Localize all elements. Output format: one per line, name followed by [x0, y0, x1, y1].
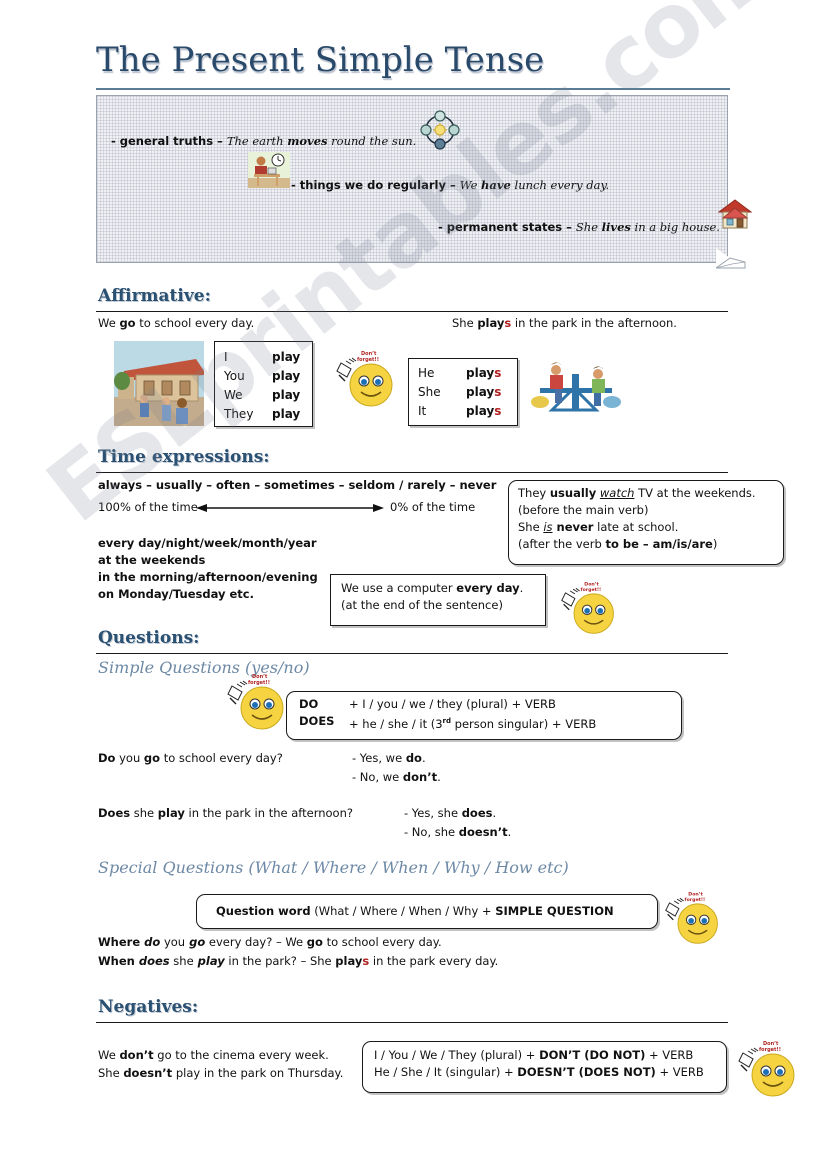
- rule-row: DOES + he / she / it (3rd person singular…: [299, 714, 597, 731]
- negative-example-2: She doesn’t play in the park on Thursday…: [98, 1066, 344, 1080]
- affirmative-left-sentence: We go to school every day.: [98, 316, 255, 330]
- table-row: She plays: [418, 385, 502, 399]
- scale-label-left: 100% of the time: [98, 500, 198, 514]
- page-title: The Present Simple Tense: [96, 40, 545, 80]
- intro-example-3-bold: lives: [601, 220, 631, 234]
- svg-text:Don’t: Don’t: [584, 581, 599, 587]
- playground-children-photo: [528, 352, 624, 420]
- intro-example-3-pre: She: [575, 220, 602, 234]
- list-item: at the weekends: [98, 553, 206, 567]
- intro-example-1-bold: moves: [287, 134, 328, 148]
- intro-label-2: - things we do regularly –: [291, 178, 460, 192]
- smiley-dont-forget-icon-3: Don’tforget!!: [227, 674, 284, 730]
- smiley-dont-forget-icon: Don’tforget!!: [336, 351, 393, 407]
- intro-label-3: - permanent states –: [438, 220, 576, 234]
- affirmative-singular-table: He plays She plays It plays: [418, 364, 501, 421]
- time-expression-list: every day/night/week/month/year at the w…: [98, 535, 318, 603]
- table-row: You play: [224, 369, 301, 383]
- special-question-example-1: Where do you go every day? – We go to sc…: [98, 935, 442, 949]
- scale-label-right: 0% of the time: [390, 500, 476, 514]
- special-question-rule-text: Question word (What / Where / When / Why…: [216, 904, 614, 918]
- negatives-rule-text: I / You / We / They (plural) + DON’T (DO…: [374, 1047, 704, 1081]
- worksheet-page: ESLprintables.com The Present Simple Ten…: [0, 0, 826, 1169]
- simple-question-1: Do you go to school every day?: [98, 751, 283, 765]
- svg-text:Don’t: Don’t: [688, 891, 703, 897]
- svg-text:forget!!: forget!!: [685, 897, 706, 903]
- intro-example-2-pre: We: [459, 178, 482, 192]
- intro-example-3-post: in a big house.: [630, 220, 720, 234]
- rule-row: I / You / We / They (plural) + DON’T (DO…: [374, 1048, 694, 1062]
- simple-answer-1-yes: - Yes, we do.: [352, 751, 426, 765]
- list-item: on Monday/Tuesday etc.: [98, 587, 254, 601]
- note-line: They usually watch TV at the weekends.: [518, 486, 756, 500]
- earth-orbit-icon: [420, 110, 460, 150]
- intro-example-1-pre: The earth: [226, 134, 288, 148]
- svg-text:forget!!: forget!!: [357, 357, 379, 363]
- special-question-example-2: When does she play in the park? – She pl…: [98, 954, 499, 968]
- table-row: They play: [224, 407, 301, 421]
- adverb-frequency-scale: always – usually – often – sometimes – s…: [98, 478, 497, 492]
- intro-label-1: - general truths –: [111, 134, 227, 148]
- negative-example-1: We don’t go to the cinema every week.: [98, 1048, 329, 1062]
- svg-text:forget!!: forget!!: [759, 1047, 781, 1053]
- smiley-dont-forget-icon-4: Don’tforget!!: [665, 891, 718, 944]
- do-does-rule-text: DO + I / you / we / they (plural) + VERB …: [299, 696, 596, 733]
- svg-text:forget!!: forget!!: [248, 680, 270, 686]
- intro-example-1-post: round the sun.: [327, 134, 417, 148]
- subheading-special-questions: Special Questions (What / Where / When /…: [98, 858, 569, 877]
- table-row: It plays: [418, 404, 502, 418]
- rule-row: He / She / It (singular) + DOESN’T (DOES…: [374, 1065, 704, 1079]
- simple-answer-2-no: - No, she doesn’t.: [404, 825, 512, 839]
- rule-row: DO + I / you / we / they (plural) + VERB: [299, 697, 556, 711]
- simple-answer-1-no: - No, we don’t.: [352, 770, 441, 784]
- intro-line-3: - permanent states – She lives in a big …: [438, 220, 720, 234]
- affirmative-plural-table: Iplay You play We play They play: [224, 348, 300, 424]
- section-heading-negatives: Negatives:: [98, 997, 199, 1017]
- section-heading-questions: Questions:: [98, 628, 200, 648]
- title-divider: [96, 88, 730, 90]
- house-icon: [718, 199, 752, 229]
- time-expressions-divider: [96, 472, 728, 473]
- intro-example-2-bold: have: [481, 178, 511, 192]
- list-item: in the morning/afternoon/evening: [98, 570, 318, 584]
- intro-line-2: - things we do regularly – We have lunch…: [291, 178, 609, 192]
- smiley-dont-forget-icon-2: Don’tforget!!: [561, 581, 614, 634]
- questions-divider: [96, 653, 728, 654]
- note-line: (after the verb to be – am/is/are): [518, 537, 718, 551]
- intro-example-2-post: lunch every day.: [510, 178, 610, 192]
- note-line: We use a computer every day.: [341, 581, 524, 595]
- simple-question-2: Does she play in the park in the afterno…: [98, 806, 353, 820]
- person-at-desk-icon: [248, 152, 290, 188]
- note-line: She is never late at school.: [518, 520, 679, 534]
- list-item: every day/night/week/month/year: [98, 536, 317, 550]
- table-row: Iplay: [224, 350, 301, 364]
- smiley-dont-forget-icon-5: Don’tforget!!: [738, 1041, 795, 1097]
- simple-answer-2-yes: - Yes, she does.: [404, 806, 497, 820]
- school-photo: [114, 341, 204, 426]
- note-line: (before the main verb): [518, 503, 649, 517]
- page-curl-fold-icon: [716, 257, 746, 269]
- frequency-arrow-icon: [196, 504, 384, 512]
- note-line: (at the end of the sentence): [341, 598, 503, 612]
- section-heading-affirmative: Affirmative:: [98, 286, 211, 306]
- end-position-note-text: We use a computer every day. (at the end…: [341, 580, 523, 614]
- negatives-divider: [96, 1022, 728, 1023]
- table-row: He plays: [418, 366, 502, 380]
- affirmative-right-sentence: She plays in the park in the afternoon.: [452, 316, 677, 330]
- intro-line-1: - general truths – The earth moves round…: [111, 134, 416, 148]
- section-heading-time-expressions: Time expressions:: [98, 447, 270, 467]
- adverb-position-note-text: They usually watch TV at the weekends. (…: [518, 485, 756, 553]
- table-row: We play: [224, 388, 301, 402]
- svg-text:forget!!: forget!!: [581, 587, 602, 593]
- affirmative-divider: [96, 311, 728, 312]
